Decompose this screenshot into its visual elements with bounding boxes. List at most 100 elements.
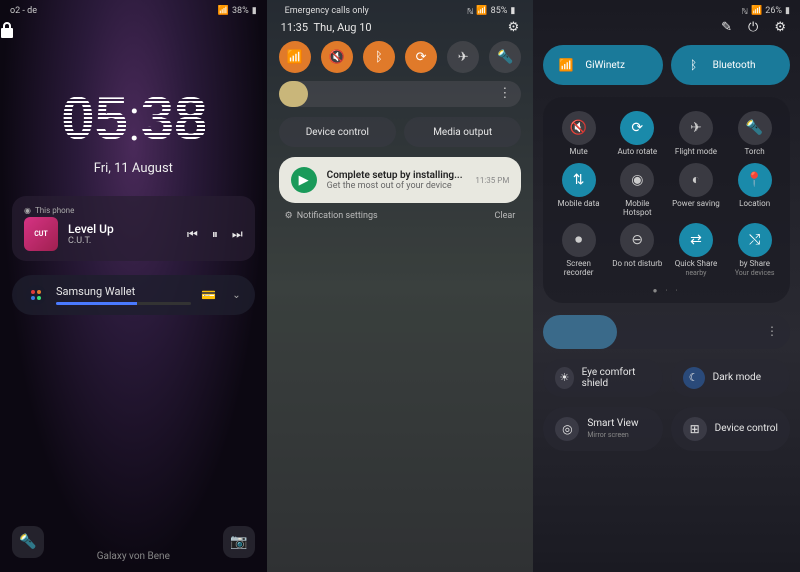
quick-settings-panel: ℕ 📶 26% ▮ ✎ ⏻ ⚙ 📶 GiWinetz ᛒ Bluetooth 🔇… (533, 0, 800, 572)
smart-view-button[interactable]: ◎ Smart ViewMirror screen (543, 407, 662, 451)
flashlight-shortcut[interactable]: 🔦 (12, 526, 44, 558)
do-not-disturb-icon: ⊖ (620, 223, 654, 257)
by-share-icon: ⤭ (738, 223, 772, 257)
settings-button[interactable]: ⚙ (508, 20, 520, 35)
eye-comfort-label: Eye comfort shield (582, 367, 651, 389)
device-control-chip[interactable]: Device control (279, 117, 396, 147)
power-saving-icon: ◐ (679, 163, 713, 197)
notif-time: 11:35 PM (475, 176, 509, 185)
clear-notifications-button[interactable]: Clear (495, 211, 516, 221)
prev-track-button[interactable]: ⏮ (187, 227, 198, 242)
nfc-icon: ℕ (467, 7, 473, 16)
signal-icon: 📶 (218, 6, 229, 16)
brightness-slider[interactable]: ⋮ (543, 315, 790, 349)
camera-shortcut[interactable]: 📷 (223, 526, 255, 558)
page-indicator: ● · · (551, 286, 782, 295)
dark-mode-icon: ☾ (683, 367, 705, 389)
bluetooth-icon: ᛒ (683, 54, 705, 76)
battery-label: 38% (232, 6, 249, 16)
wallet-label: Samsung Wallet (56, 285, 135, 298)
shade-date: Thu, Aug 10 (314, 21, 372, 34)
chevron-down-icon[interactable]: ⌄ (232, 290, 240, 301)
mobile-data-icon: ⇅ (562, 163, 596, 197)
qs-sound-toggle[interactable]: 🔇 (321, 41, 353, 73)
clock-m1: 3 (141, 84, 172, 155)
battery-label: 85% (491, 6, 508, 16)
qs-bluetooth-toggle[interactable]: ᛒ (363, 41, 395, 73)
tile-flight-mode[interactable]: ✈Flight mode (669, 111, 724, 157)
brightness-more-button[interactable]: ⋮ (766, 324, 778, 338)
media-title: Level Up (68, 222, 177, 236)
setup-notification[interactable]: ▶ Complete setup by installing... Get th… (279, 157, 522, 203)
clock-colon: : (128, 84, 139, 155)
status-text: Emergency calls only (285, 6, 369, 16)
eye-comfort-toggle[interactable]: ☀ Eye comfort shield (543, 359, 662, 397)
device-control-icon: ⊞ (683, 417, 707, 441)
device-control-label: Device control (715, 423, 778, 434)
album-art: CUT (24, 217, 58, 251)
tile-mute[interactable]: 🔇 Mute (551, 111, 606, 157)
media-device: This phone (35, 206, 74, 215)
dark-mode-label: Dark mode (713, 372, 761, 383)
notification-settings-link[interactable]: ⚙Notification settings (285, 211, 378, 221)
tile-do-not-disturb[interactable]: ⊖Do not disturb (610, 223, 665, 278)
clock-h2: 5 (95, 84, 126, 155)
wifi-label: GiWinetz (585, 60, 625, 71)
smart-view-label: Smart View (587, 418, 638, 429)
tile-location[interactable]: 📍Location (727, 163, 782, 218)
battery-icon: ▮ (252, 6, 257, 16)
dark-mode-toggle[interactable]: ☾ Dark mode (671, 359, 790, 397)
mute-icon: 🔇 (562, 111, 596, 145)
settings-button[interactable]: ⚙ (774, 20, 786, 35)
tile-power-saving[interactable]: ◐ Power saving (669, 163, 724, 218)
qs-airplane-toggle[interactable]: ✈ (447, 41, 479, 73)
tile-label: Power saving (672, 200, 720, 209)
tile-panel: 🔇 Mute ⟳Auto rotate✈Flight mode🔦Torch ⇅ Mobi… (543, 97, 790, 303)
smart-view-sub: Mirror screen (587, 431, 628, 439)
edit-button[interactable]: ✎ (721, 20, 732, 35)
tile-label: Mobile data (558, 200, 600, 209)
tile-quick-share[interactable]: ⇄Quick Sharenearby (669, 223, 724, 278)
play-store-icon: ▶ (291, 167, 317, 193)
media-output-chip[interactable]: Media output (404, 117, 521, 147)
clock-time: 0 5 : 3 8 (0, 84, 267, 155)
device-control-button[interactable]: ⊞ Device control (671, 407, 790, 451)
power-button[interactable]: ⏻ (748, 20, 758, 35)
qs-torch-toggle[interactable]: 🔦 (489, 41, 521, 73)
wallet-icon (26, 285, 46, 305)
lockscreen-panel: o2 - de 📶 38% ▮ 0 5 : 3 8 Fri, 11 August… (0, 0, 267, 572)
notif-title: Complete setup by installing... (327, 170, 466, 181)
tile-label: Flight mode (675, 148, 717, 157)
torch-icon: 🔦 (738, 111, 772, 145)
tile-by-share[interactable]: ⤭by ShareYour devices (727, 223, 782, 278)
signal-icon: 📶 (751, 6, 762, 16)
brightness-slider[interactable]: ⋮ (279, 81, 522, 107)
status-bar: ℕ 📶 26% ▮ (533, 0, 800, 18)
bluetooth-pill[interactable]: ᛒ Bluetooth (671, 45, 790, 85)
qs-wifi-toggle[interactable]: 📶 (279, 41, 311, 73)
status-bar: o2 - de 📶 38% ▮ (0, 0, 267, 18)
wifi-icon: 📶 (555, 54, 577, 76)
shade-time: 11:35 (281, 21, 308, 34)
tile-screen-recorder[interactable]: ⏺Screen recorder (551, 223, 606, 278)
media-artist: C.U.T. (68, 236, 177, 246)
pause-button[interactable]: ⏸ (212, 227, 218, 242)
media-widget[interactable]: ◉ This phone CUT Level Up C.U.T. ⏮ ⏸ ⏭ (12, 196, 255, 261)
tile-mobile-hotspot[interactable]: ◉Mobile Hotspot (610, 163, 665, 218)
eye-comfort-icon: ☀ (555, 367, 573, 389)
status-right: 📶 38% ▮ (218, 6, 257, 16)
wallet-progress (56, 302, 191, 305)
battery-label: 26% (765, 6, 782, 16)
bluetooth-label: Bluetooth (713, 60, 756, 71)
tile-auto-rotate[interactable]: ⟳Auto rotate (610, 111, 665, 157)
brightness-more-button[interactable]: ⋮ (498, 86, 511, 101)
tile-label: Mute (570, 148, 588, 157)
next-track-button[interactable]: ⏭ (232, 227, 243, 242)
quick-share-icon: ⇄ (679, 223, 713, 257)
tile-mobile-data[interactable]: ⇅ Mobile data (551, 163, 606, 218)
qs-rotate-toggle[interactable]: ⟳ (405, 41, 437, 73)
wallet-widget[interactable]: Samsung Wallet 💳 ⌄ (12, 275, 255, 315)
quick-toggle-row: 📶 🔇 ᛒ ⟳ ✈ 🔦 (275, 41, 526, 81)
wifi-pill[interactable]: 📶 GiWinetz (543, 45, 662, 85)
tile-torch[interactable]: 🔦Torch (727, 111, 782, 157)
